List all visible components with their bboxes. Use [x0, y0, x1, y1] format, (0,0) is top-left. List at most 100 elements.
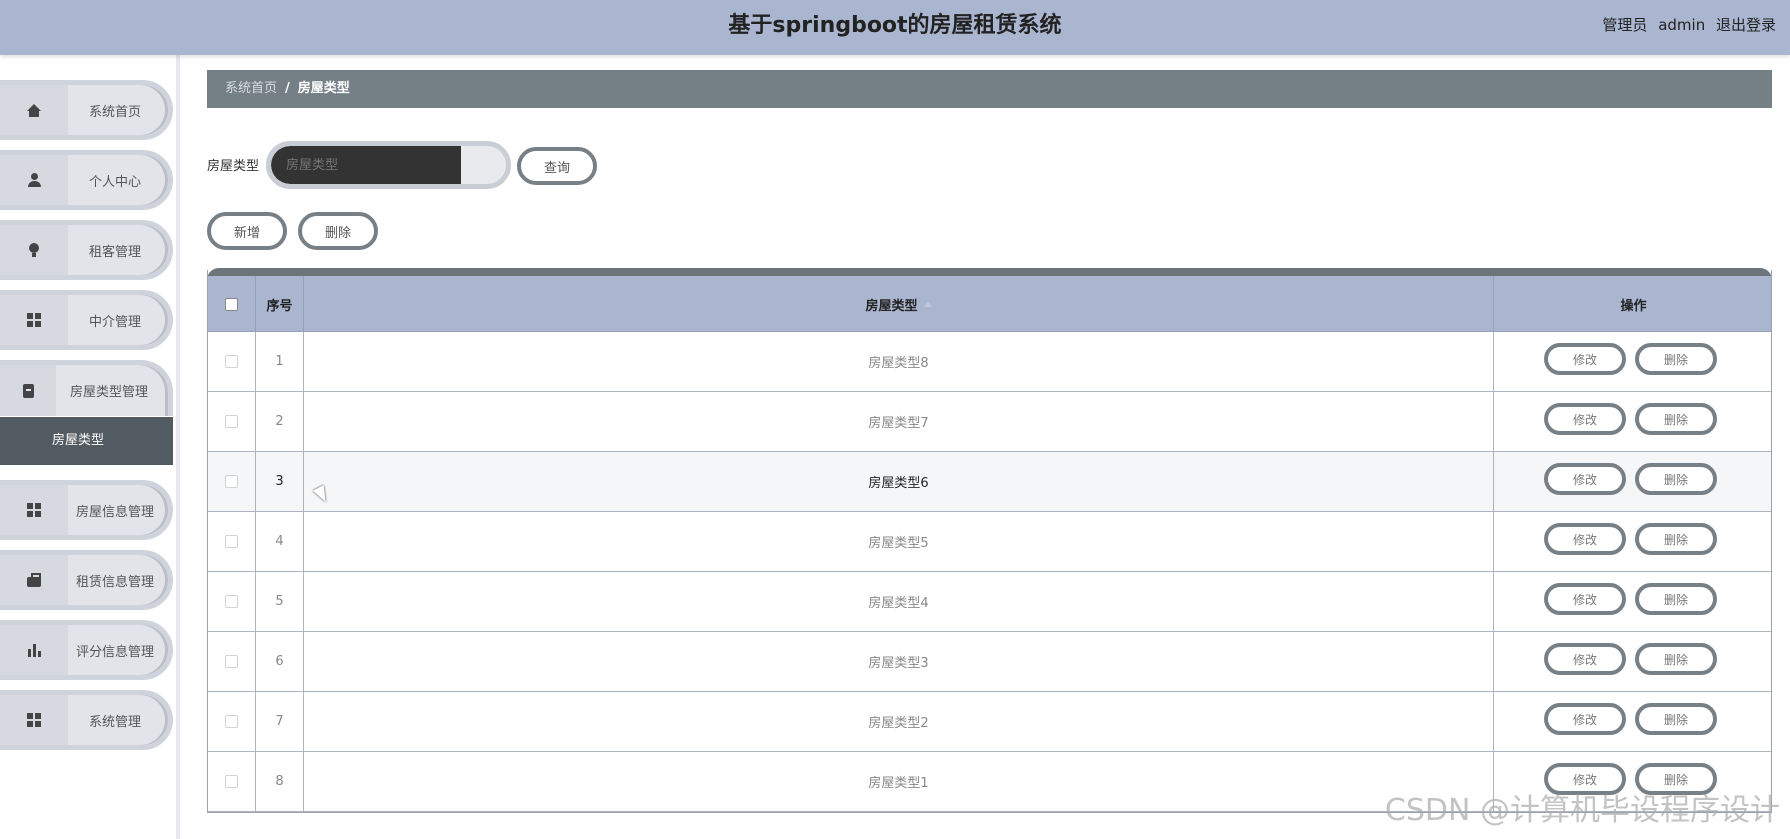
ops-cell: 修改 删除	[1494, 572, 1773, 631]
edit-button[interactable]: 修改	[1544, 343, 1626, 375]
sidebar-item-home[interactable]: 系统首页	[0, 80, 173, 140]
delete-button[interactable]: 删除	[1635, 523, 1717, 555]
index-cell: 5	[256, 572, 304, 631]
table-row: 2 房屋类型7 修改 删除	[208, 392, 1771, 452]
home-icon	[27, 103, 41, 117]
type-cell: 房屋类型3	[304, 632, 1494, 691]
sidebar-item-label: 租客管理	[88, 244, 141, 260]
briefcase-icon	[27, 573, 41, 587]
type-cell: 房屋类型1	[304, 752, 1494, 811]
delete-button[interactable]: 删除	[1635, 703, 1717, 735]
delete-button[interactable]: 删除	[1635, 403, 1717, 435]
select-cell	[208, 632, 256, 691]
row-checkbox[interactable]	[225, 595, 238, 608]
breadcrumb: 系统首页 / 房屋类型	[207, 70, 1772, 108]
select-cell	[208, 452, 256, 511]
user-role: 管理员	[1602, 16, 1648, 34]
type-cell: 房屋类型5	[304, 512, 1494, 571]
ops-cell: 修改 删除	[1494, 512, 1773, 571]
type-cell: 房屋类型7	[304, 392, 1494, 451]
logout-link[interactable]: 退出登录	[1716, 16, 1776, 34]
breadcrumb-home[interactable]: 系统首页	[225, 81, 277, 96]
sidebar-item-label: 系统管理	[88, 714, 141, 730]
index-cell: 3	[256, 452, 304, 511]
edit-button[interactable]: 修改	[1544, 403, 1626, 435]
search-label: 房屋类型	[207, 159, 260, 174]
watermark: CSDN @计算机毕设程序设计	[1384, 793, 1780, 828]
row-checkbox[interactable]	[225, 655, 238, 668]
row-checkbox[interactable]	[225, 475, 238, 488]
select-cell	[208, 572, 256, 631]
bulb-icon	[27, 243, 41, 257]
row-checkbox[interactable]	[225, 415, 238, 428]
index-cell: 1	[256, 332, 304, 391]
sidebar-item-label: 中介管理	[88, 314, 141, 330]
index-cell: 7	[256, 692, 304, 751]
header-ops: 操作	[1620, 298, 1647, 314]
user-icon	[27, 173, 41, 187]
edit-button[interactable]: 修改	[1544, 703, 1626, 735]
select-cell	[208, 752, 256, 811]
edit-button[interactable]: 修改	[1544, 463, 1626, 495]
table-row: 5 房屋类型4 修改 删除	[208, 572, 1771, 632]
index-cell: 8	[256, 752, 304, 811]
data-table: 序号 房屋类型 操作 1 房屋类型8 修改 删除 2 房屋类型7 修改 删除 3 房屋类型6 修改删…	[207, 270, 1772, 813]
user-area: 管理员 admin 退出登录	[1596, 14, 1776, 35]
index-cell: 4	[256, 512, 304, 571]
type-cell: 房屋类型2	[304, 692, 1494, 751]
sidebar-subitem-house-type[interactable]: 房屋类型	[0, 417, 173, 465]
sidebar-item-label: 个人中心	[88, 174, 141, 190]
sidebar-item-ratings[interactable]: 评分信息管理	[0, 620, 173, 680]
delete-button[interactable]: 删除	[1635, 583, 1717, 615]
row-checkbox[interactable]	[225, 535, 238, 548]
ops-cell: 修改 删除	[1494, 452, 1773, 511]
table-row: 1 房屋类型8 修改 删除	[208, 332, 1771, 392]
ops-cell: 修改 删除	[1494, 332, 1773, 391]
type-cell: 房屋类型6	[304, 452, 1494, 511]
sidebar-item-profile[interactable]: 个人中心	[0, 150, 173, 210]
sidebar-item-label: 系统首页	[88, 104, 141, 120]
delete-button[interactable]: 删除	[1635, 463, 1717, 495]
sidebar-item-tenants[interactable]: 租客管理	[0, 220, 173, 280]
breadcrumb-separator: /	[285, 81, 290, 96]
search-input[interactable]	[271, 146, 461, 184]
ops-cell: 修改 删除	[1494, 632, 1773, 691]
row-checkbox[interactable]	[225, 775, 238, 788]
select-cell	[208, 392, 256, 451]
edit-button[interactable]: 修改	[1544, 523, 1626, 555]
sidebar-item-house-types[interactable]: 房屋类型管理	[0, 360, 173, 416]
delete-button[interactable]: 删除	[1635, 643, 1717, 675]
grid-icon	[27, 503, 41, 517]
search-box	[266, 141, 511, 189]
edit-button[interactable]: 修改	[1544, 643, 1626, 675]
app-title: 基于springboot的房屋租赁系统	[728, 13, 1062, 38]
header-type-label: 房屋类型	[865, 298, 918, 314]
select-all-checkbox[interactable]	[225, 297, 238, 311]
header-type[interactable]: 房屋类型	[304, 276, 1494, 332]
sort-icon[interactable]	[923, 301, 932, 307]
edit-button[interactable]: 修改	[1544, 583, 1626, 615]
sidebar-item-rental-info[interactable]: 租赁信息管理	[0, 550, 173, 610]
row-checkbox[interactable]	[225, 355, 238, 368]
sidebar-item-house-info[interactable]: 房屋信息管理	[0, 480, 173, 540]
grid-icon	[27, 713, 41, 727]
breadcrumb-current: 房屋类型	[297, 81, 350, 96]
user-name: admin	[1658, 16, 1706, 34]
add-button[interactable]: 新增	[207, 212, 287, 250]
select-cell	[208, 512, 256, 571]
clipboard-icon	[22, 383, 34, 398]
table-row: 3 房屋类型6 修改 删除	[208, 452, 1771, 512]
query-button[interactable]: 查询	[517, 147, 597, 185]
sidebar-item-agents[interactable]: 中介管理	[0, 290, 173, 350]
table-row: 6 房屋类型3 修改 删除	[208, 632, 1771, 692]
sidebar-item-label: 租赁信息管理	[75, 574, 154, 590]
bulk-delete-button[interactable]: 删除	[298, 212, 378, 250]
sidebar-item-system[interactable]: 系统管理	[0, 690, 173, 750]
ops-cell: 修改 删除	[1494, 692, 1773, 751]
top-header: 基于springboot的房屋租赁系统 管理员 admin 退出登录	[0, 0, 1790, 55]
sidebar-item-label: 评分信息管理	[75, 644, 154, 660]
row-checkbox[interactable]	[225, 715, 238, 728]
ops-cell: 修改 删除	[1494, 392, 1773, 451]
sidebar-item-label: 房屋信息管理	[75, 504, 154, 520]
delete-button[interactable]: 删除	[1635, 343, 1717, 375]
